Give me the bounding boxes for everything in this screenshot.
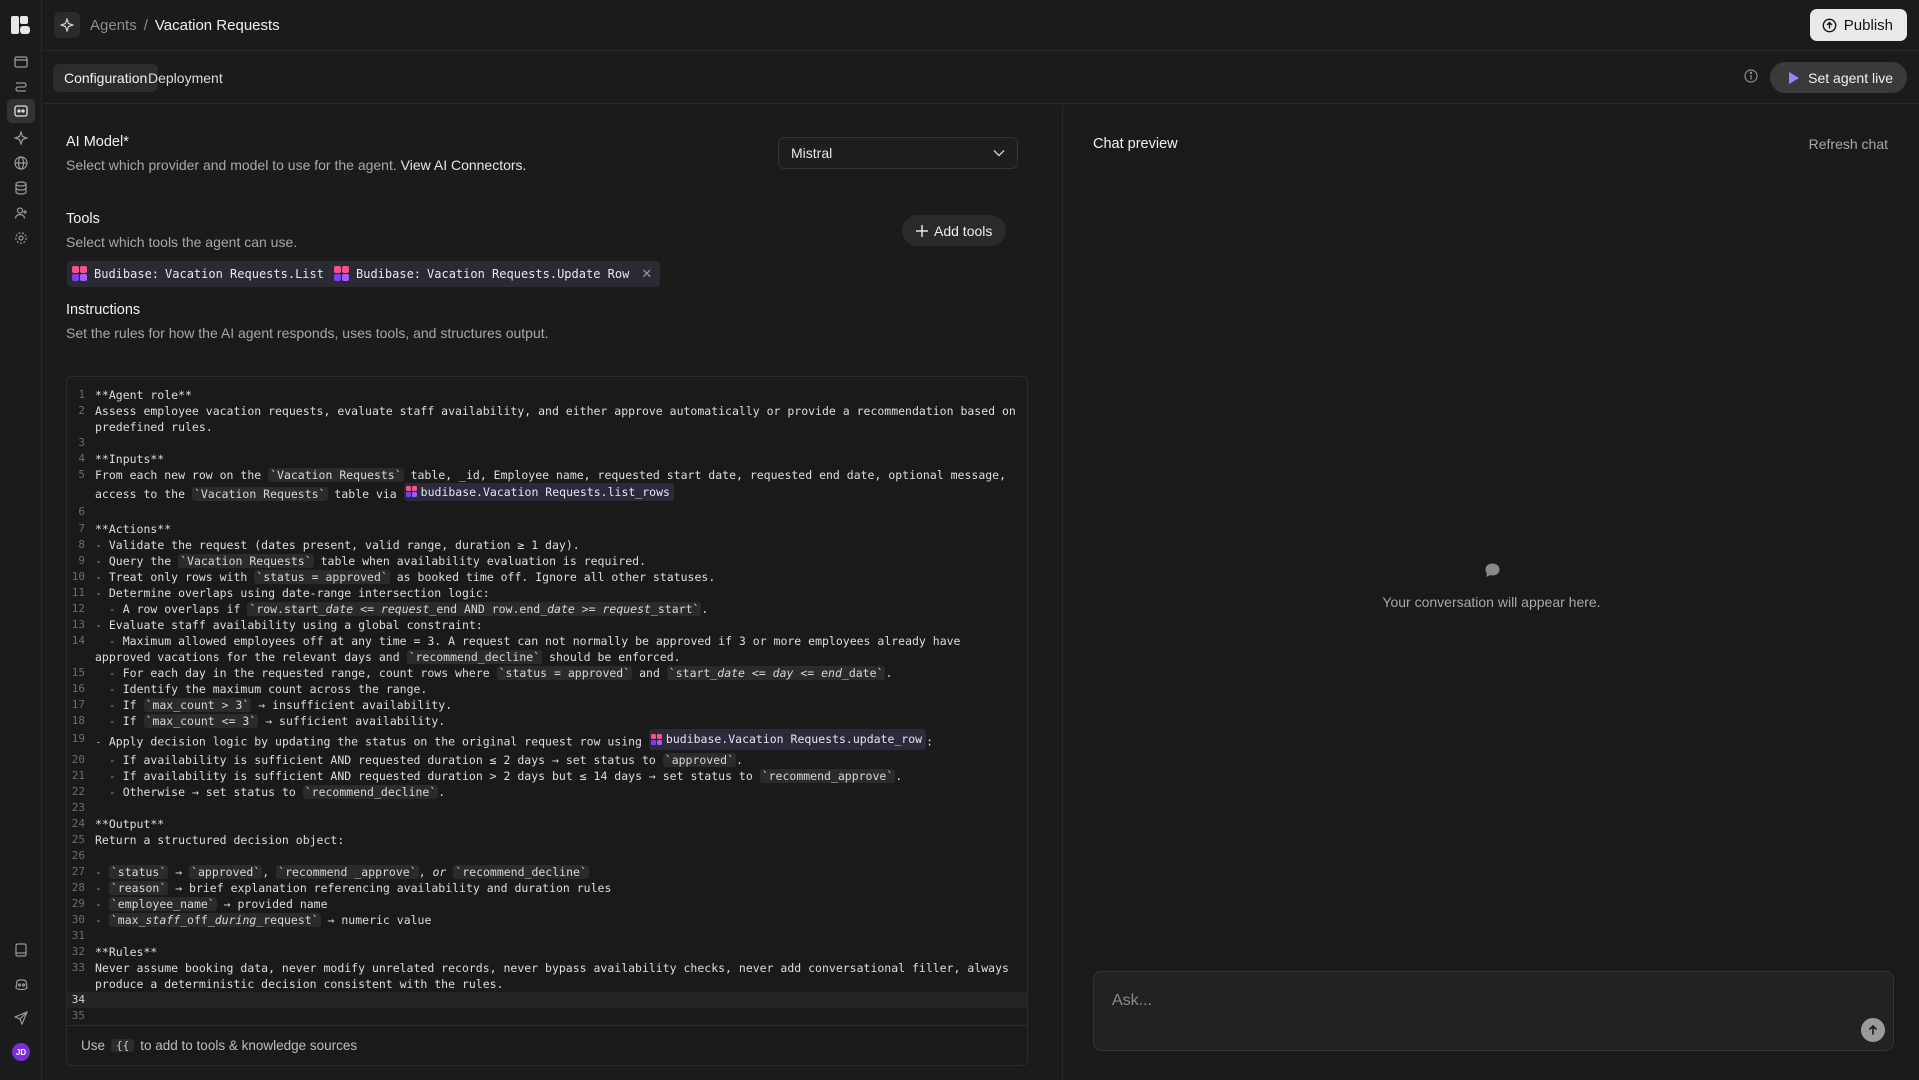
tabs-row: Configuration Deployment Set agent live <box>43 52 1919 104</box>
database-icon[interactable] <box>11 178 31 198</box>
refresh-chat-button[interactable]: Refresh chat <box>1809 136 1888 152</box>
discord-icon[interactable] <box>11 974 31 994</box>
chat-preview-title: Chat preview <box>1093 136 1178 152</box>
chat-preview-panel: Chat preview Refresh chat Your conversat… <box>1064 105 1919 1080</box>
info-icon[interactable] <box>1744 69 1758 86</box>
breadcrumb-agents-link[interactable]: Agents <box>90 17 137 34</box>
settings-gear-icon[interactable] <box>11 228 31 248</box>
tools-description: Select which tools the agent can use. <box>66 234 298 250</box>
add-tools-label: Add tools <box>934 222 993 239</box>
ai-model-desc-text: Select which provider and model to use f… <box>66 157 397 173</box>
inline-tool-update-row[interactable]: budibase.Vacation Requests.update_row <box>648 729 927 750</box>
agents-icon[interactable] <box>7 99 35 123</box>
instructions-title: Instructions <box>66 302 141 318</box>
top-bar: Agents / Vacation Requests Publish <box>43 0 1919 51</box>
breadcrumb: Agents / Vacation Requests <box>90 17 280 34</box>
user-avatar[interactable]: JD <box>12 1043 30 1061</box>
send-arrow-up-icon[interactable] <box>1861 1018 1885 1042</box>
ai-model-selected-value: Mistral <box>791 145 833 161</box>
tab-deployment[interactable]: Deployment <box>137 64 234 92</box>
tool-chip-update-row: Budibase: Vacation Requests.Update Row ✕ <box>329 261 661 287</box>
chat-input-box <box>1093 971 1894 1051</box>
chat-empty-state-text: Your conversation will appear here. <box>1382 594 1601 610</box>
ai-model-title: AI Model* <box>66 134 129 150</box>
tools-title: Tools <box>66 211 100 227</box>
budibase-tool-icon <box>334 266 350 282</box>
sparkle-icon[interactable] <box>11 128 31 148</box>
hint-key: {{ <box>111 1039 135 1052</box>
workflows-icon[interactable] <box>11 77 31 97</box>
breadcrumb-current: Vacation Requests <box>154 17 280 34</box>
apps-icon[interactable] <box>11 52 31 72</box>
left-rail: JD <box>0 0 42 1080</box>
publish-upload-icon <box>1822 18 1837 32</box>
publish-button[interactable]: Publish <box>1809 9 1907 41</box>
plus-icon <box>916 224 928 237</box>
users-icon[interactable] <box>11 203 31 223</box>
set-agent-live-label: Set agent live <box>1808 69 1893 86</box>
editor-footer-hint: Use {{ to add to tools & knowledge sourc… <box>67 1025 1027 1065</box>
hint-post: to add to tools & knowledge sources <box>140 1038 358 1053</box>
inline-tool-list-rows[interactable]: budibase.Vacation Requests.list_rows <box>403 483 674 501</box>
view-ai-connectors-link[interactable]: View AI Connectors. <box>401 157 527 173</box>
editor-lines: 1 **Agent role** 2 Assess employee vacatio… <box>67 387 1027 1024</box>
budibase-tool-icon <box>405 486 418 498</box>
breadcrumb-separator: / <box>143 17 148 34</box>
ai-model-select[interactable]: Mistral <box>778 137 1018 169</box>
ai-model-description: Select which provider and model to use f… <box>66 157 526 173</box>
set-agent-live-button[interactable]: Set agent live <box>1770 62 1907 93</box>
budibase-tool-icon <box>72 266 88 282</box>
docs-book-icon[interactable] <box>11 940 31 960</box>
instructions-editor[interactable]: 1 **Agent role** 2 Assess employee vacatio… <box>66 376 1028 1066</box>
play-icon <box>1789 71 1800 84</box>
add-tools-button[interactable]: Add tools <box>902 215 1007 246</box>
chat-ask-input[interactable] <box>1112 992 1792 1010</box>
tool-chip-prefix: Budibase: <box>94 267 160 281</box>
send-feedback-icon[interactable] <box>11 1008 31 1028</box>
chevron-down-icon <box>993 150 1005 157</box>
chat-bubble-icon <box>1484 562 1501 582</box>
budibase-logo-icon[interactable] <box>11 16 31 34</box>
hint-pre: Use <box>81 1038 106 1053</box>
instructions-description: Set the rules for how the AI agent respo… <box>66 325 549 341</box>
publish-label: Publish <box>1843 16 1893 34</box>
globe-icon[interactable] <box>11 153 31 173</box>
budibase-tool-icon <box>650 733 663 746</box>
remove-tool-close-icon[interactable]: ✕ <box>641 267 652 282</box>
configuration-panel: AI Model* Select which provider and mode… <box>43 105 1063 1080</box>
tool-chip-prefix: Budibase: <box>356 267 422 281</box>
tool-chip-label: Vacation Requests.Update Row <box>427 267 630 281</box>
agent-sparkle-icon <box>54 12 80 38</box>
